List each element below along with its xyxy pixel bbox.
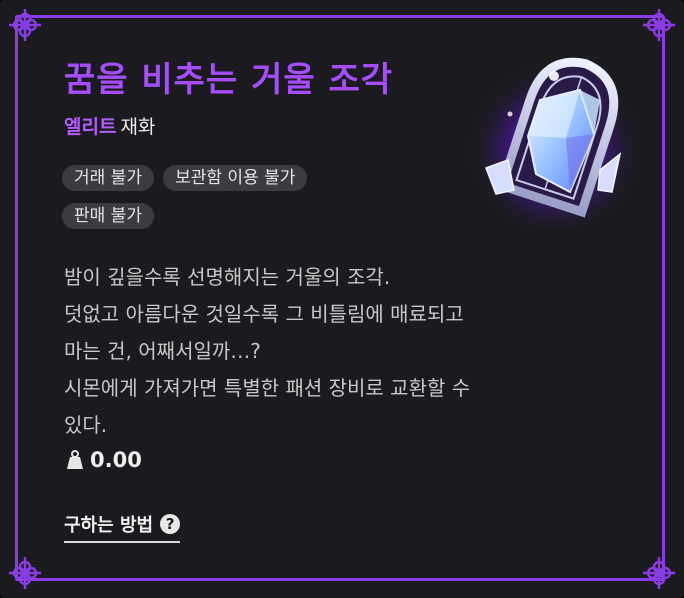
item-tooltip-panel: 꿈을 비추는 거울 조각 엘리트 재화 거래 불가 보관함 이용 불가 판매 불가 xyxy=(0,0,684,598)
restriction-tags: 거래 불가 보관함 이용 불가 판매 불가 xyxy=(62,165,402,241)
description-line: 밤이 깊을수록 선명해지는 거울의 조각. xyxy=(64,265,391,289)
tag-storage-restricted: 보관함 이용 불가 xyxy=(163,165,308,191)
acquire-method-link[interactable]: 구하는 방법 ? xyxy=(64,511,181,543)
item-name: 꿈을 비추는 거울 조각 xyxy=(64,60,394,100)
description-line: 있다. xyxy=(64,413,108,437)
corner-ornament-icon xyxy=(643,557,675,589)
help-icon[interactable]: ? xyxy=(160,514,181,534)
description-line: 덧없고 아름다운 것일수록 그 비틀림에 매료되고 xyxy=(64,302,464,326)
acquire-method-label[interactable]: 구하는 방법 xyxy=(64,511,153,537)
description-line: 마는 건, 어째서일까…? xyxy=(64,339,261,363)
item-description: 밤이 깊을수록 선명해지는 거울의 조각. 덧없고 아름다운 것일수록 그 비틀… xyxy=(64,259,604,444)
mirror-shard-icon xyxy=(467,54,643,228)
tag-trade-restricted: 거래 불가 xyxy=(62,165,154,191)
item-grade: 엘리트 xyxy=(64,116,117,138)
tag-sale-restricted: 판매 불가 xyxy=(62,203,154,229)
item-category: 재화 xyxy=(120,116,156,138)
weight-icon xyxy=(67,450,83,469)
corner-ornament-icon xyxy=(643,9,675,41)
weight-value: 0.00 xyxy=(90,448,142,472)
description-line: 시몬에게 가져가면 특별한 패션 장비로 교환할 수 xyxy=(64,376,471,400)
item-weight: 0.00 xyxy=(66,448,142,472)
corner-ornament-icon xyxy=(9,9,41,41)
corner-ornament-icon xyxy=(9,557,41,589)
item-grade-line: 엘리트 재화 xyxy=(64,112,155,139)
